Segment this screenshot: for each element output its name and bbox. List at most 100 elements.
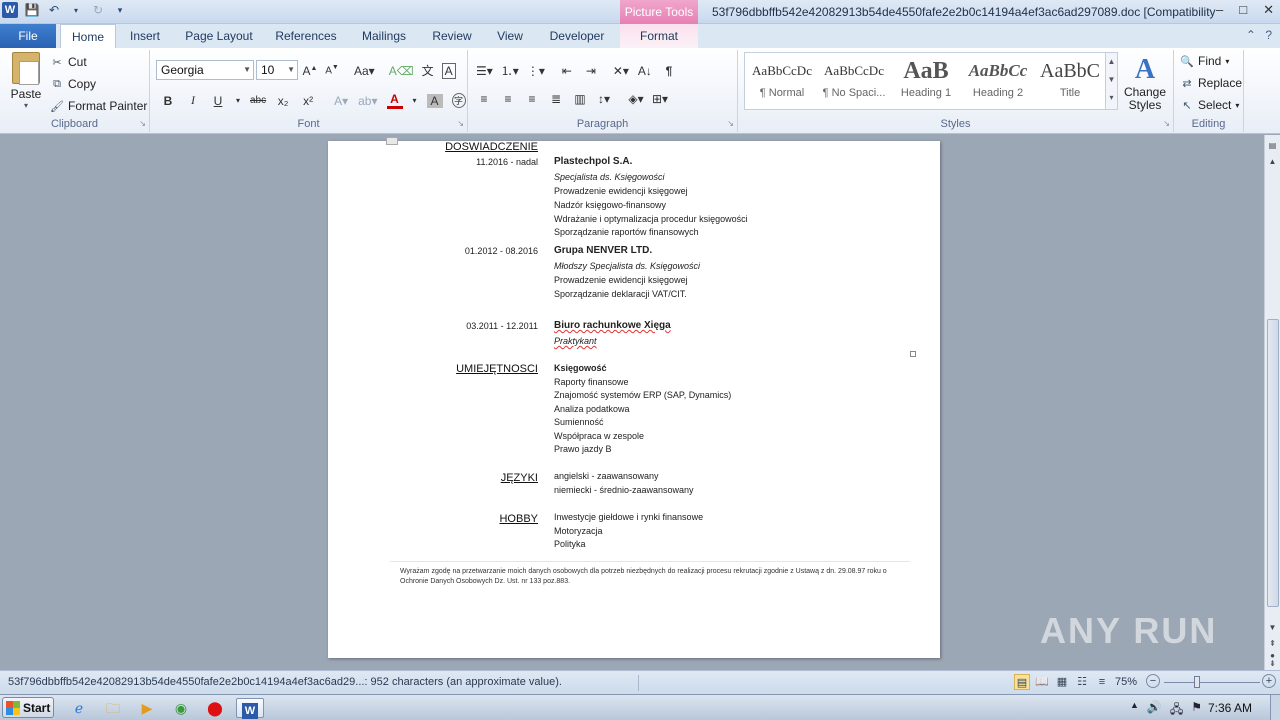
tab-file[interactable]: File <box>0 24 56 48</box>
font-family-combo[interactable]: Georgia ▼ <box>156 60 254 80</box>
font-size-combo[interactable]: 10 ▼ <box>256 60 298 80</box>
web-layout-icon[interactable]: ▦ <box>1054 674 1070 690</box>
font-color-dropdown-icon[interactable]: ▾ <box>412 96 418 105</box>
underline-dropdown-icon[interactable]: ▾ <box>235 96 241 105</box>
phonetic-guide-icon[interactable]: 文 <box>420 62 436 79</box>
character-border-icon[interactable]: A <box>441 62 456 79</box>
paste-dropdown-icon[interactable]: ▾ <box>6 101 46 110</box>
multilevel-list-icon[interactable]: ⋮▾ <box>527 64 545 78</box>
shading-icon[interactable]: ◈▾ <box>628 92 644 106</box>
justify-icon[interactable]: ≣ <box>548 92 564 106</box>
tab-review[interactable]: Review <box>424 24 480 48</box>
next-page-icon[interactable]: ⇟ <box>1265 659 1280 668</box>
highlight-icon[interactable]: ab▾ <box>358 94 377 108</box>
change-case-icon[interactable]: Aa▾ <box>354 64 375 78</box>
minimize-button[interactable]: – <box>1216 2 1223 18</box>
decrease-indent-icon[interactable]: ⇤ <box>559 64 575 78</box>
action-center-flag-icon[interactable]: ⚑ <box>1191 700 1202 720</box>
maximize-button[interactable]: □ <box>1239 2 1247 18</box>
change-styles-button[interactable]: A Change Styles <box>1122 54 1168 112</box>
tray-expand-icon[interactable]: ▲ <box>1130 700 1139 720</box>
tab-mailings[interactable]: Mailings <box>352 24 416 48</box>
document-page[interactable]: DOSWIADCZENIE 11.2016 - nadal Plastechpo… <box>328 137 940 658</box>
bold-icon[interactable]: B <box>160 94 176 108</box>
show-desktop-button[interactable] <box>1270 695 1280 720</box>
close-button[interactable]: ✕ <box>1263 2 1274 18</box>
picture-resize-handle[interactable] <box>910 351 916 357</box>
zoom-in-icon[interactable]: + <box>1262 674 1276 688</box>
format-painter-button[interactable]: 🖌 Format Painter <box>50 99 147 113</box>
enclose-characters-icon[interactable]: 字 <box>451 93 466 108</box>
style-heading-2[interactable]: AaBbCc Heading 2 <box>963 55 1033 107</box>
network-icon[interactable]: 🖧 <box>1170 700 1183 720</box>
tab-developer[interactable]: Developer <box>540 24 614 48</box>
character-shading-icon[interactable]: A <box>426 93 443 108</box>
tab-view[interactable]: View <box>488 24 532 48</box>
redo-icon[interactable]: ↻ <box>90 3 106 17</box>
zoom-out-icon[interactable]: − <box>1146 674 1160 688</box>
style-heading-1[interactable]: AaB Heading 1 <box>891 55 961 107</box>
strikethrough-icon[interactable]: abc <box>250 95 266 106</box>
line-spacing-icon[interactable]: ↕▾ <box>596 92 612 106</box>
style-no-spacing[interactable]: AaBbCcDc ¶ No Spaci... <box>819 55 889 107</box>
ruler-toggle-icon[interactable]: ▤ <box>1265 141 1280 150</box>
underline-icon[interactable]: U <box>210 94 226 108</box>
minimize-ribbon-icon[interactable]: ⌃ <box>1246 28 1256 42</box>
align-right-icon[interactable]: ≡ <box>524 92 540 106</box>
scroll-thumb[interactable] <box>1267 319 1279 607</box>
font-dialog-launcher-icon[interactable]: ↘ <box>457 119 464 128</box>
word-app-icon[interactable]: W <box>2 2 18 18</box>
superscript-icon[interactable]: x² <box>300 94 316 108</box>
numbering-icon[interactable]: ⒈▾ <box>501 62 519 79</box>
media-player-icon[interactable]: ▶ <box>136 698 158 718</box>
text-effects-icon[interactable]: A▾ <box>333 94 349 108</box>
clear-formatting-icon[interactable]: A⌫ <box>389 64 414 78</box>
zoom-slider-thumb[interactable] <box>1194 676 1200 688</box>
undo-dropdown-icon[interactable]: ▾ <box>68 6 84 15</box>
draft-icon[interactable]: ≡ <box>1094 674 1110 690</box>
bullets-icon[interactable]: ☰▾ <box>476 64 493 78</box>
speaker-icon[interactable]: 🔊 <box>1147 700 1162 720</box>
vertical-scrollbar[interactable]: ▤ ▲ ▼ ⇞ ● ⇟ <box>1264 135 1280 670</box>
tab-insert[interactable]: Insert <box>120 24 170 48</box>
asian-layout-icon[interactable]: ✕▾ <box>613 64 629 78</box>
align-center-icon[interactable]: ≡ <box>500 92 516 106</box>
paragraph-dialog-launcher-icon[interactable]: ↘ <box>727 119 734 128</box>
gallery-scroll[interactable]: ▲ ▼ ▾ <box>1105 53 1117 109</box>
previous-page-icon[interactable]: ⇞ <box>1265 639 1280 648</box>
select-button[interactable]: ↖ Select ▾ <box>1180 98 1239 112</box>
align-left-icon[interactable]: ≡ <box>476 92 492 106</box>
gallery-more-icon[interactable]: ▾ <box>1106 89 1117 107</box>
gallery-up-icon[interactable]: ▲ <box>1106 53 1117 71</box>
tab-format[interactable]: Format <box>620 24 698 48</box>
file-explorer-icon[interactable]: 🗀 <box>102 698 124 718</box>
copy-button[interactable]: ⧉ Copy <box>50 77 96 91</box>
tab-page-layout[interactable]: Page Layout <box>178 24 260 48</box>
sort-icon[interactable]: A↓ <box>637 64 653 78</box>
undo-icon[interactable]: ↶ <box>46 3 62 17</box>
tab-references[interactable]: References <box>268 24 344 48</box>
zoom-slider-track[interactable] <box>1164 682 1260 683</box>
print-layout-icon[interactable]: ▤ <box>1014 674 1030 690</box>
opera-icon[interactable]: ⬤ <box>204 698 226 718</box>
styles-dialog-launcher-icon[interactable]: ↘ <box>1163 119 1170 128</box>
shrink-font-icon[interactable]: A▼ <box>324 64 340 76</box>
borders-icon[interactable]: ⊞▾ <box>652 92 668 106</box>
subscript-icon[interactable]: x₂ <box>275 94 291 108</box>
clock[interactable]: 7:36 AM <box>1208 701 1252 715</box>
scroll-up-icon[interactable]: ▲ <box>1265 157 1280 166</box>
clipboard-dialog-launcher-icon[interactable]: ↘ <box>139 119 146 128</box>
show-formatting-marks-icon[interactable]: ¶ <box>661 64 677 78</box>
distributed-icon[interactable]: ▥ <box>572 92 588 106</box>
help-icon[interactable]: ? <box>1265 28 1272 42</box>
chrome-icon[interactable]: ◉ <box>170 698 192 718</box>
scroll-down-icon[interactable]: ▼ <box>1265 623 1280 632</box>
cut-button[interactable]: ✂ Cut <box>50 55 86 69</box>
replace-button[interactable]: ⇄ Replace <box>1180 76 1242 90</box>
word-taskbar-button[interactable]: W <box>236 698 264 719</box>
zoom-level[interactable]: 75% <box>1115 676 1137 688</box>
italic-icon[interactable]: I <box>185 93 201 108</box>
grow-font-icon[interactable]: A▲ <box>302 64 318 78</box>
full-screen-reading-icon[interactable]: 📖 <box>1034 674 1050 690</box>
internet-explorer-icon[interactable]: ℯ <box>68 698 90 718</box>
